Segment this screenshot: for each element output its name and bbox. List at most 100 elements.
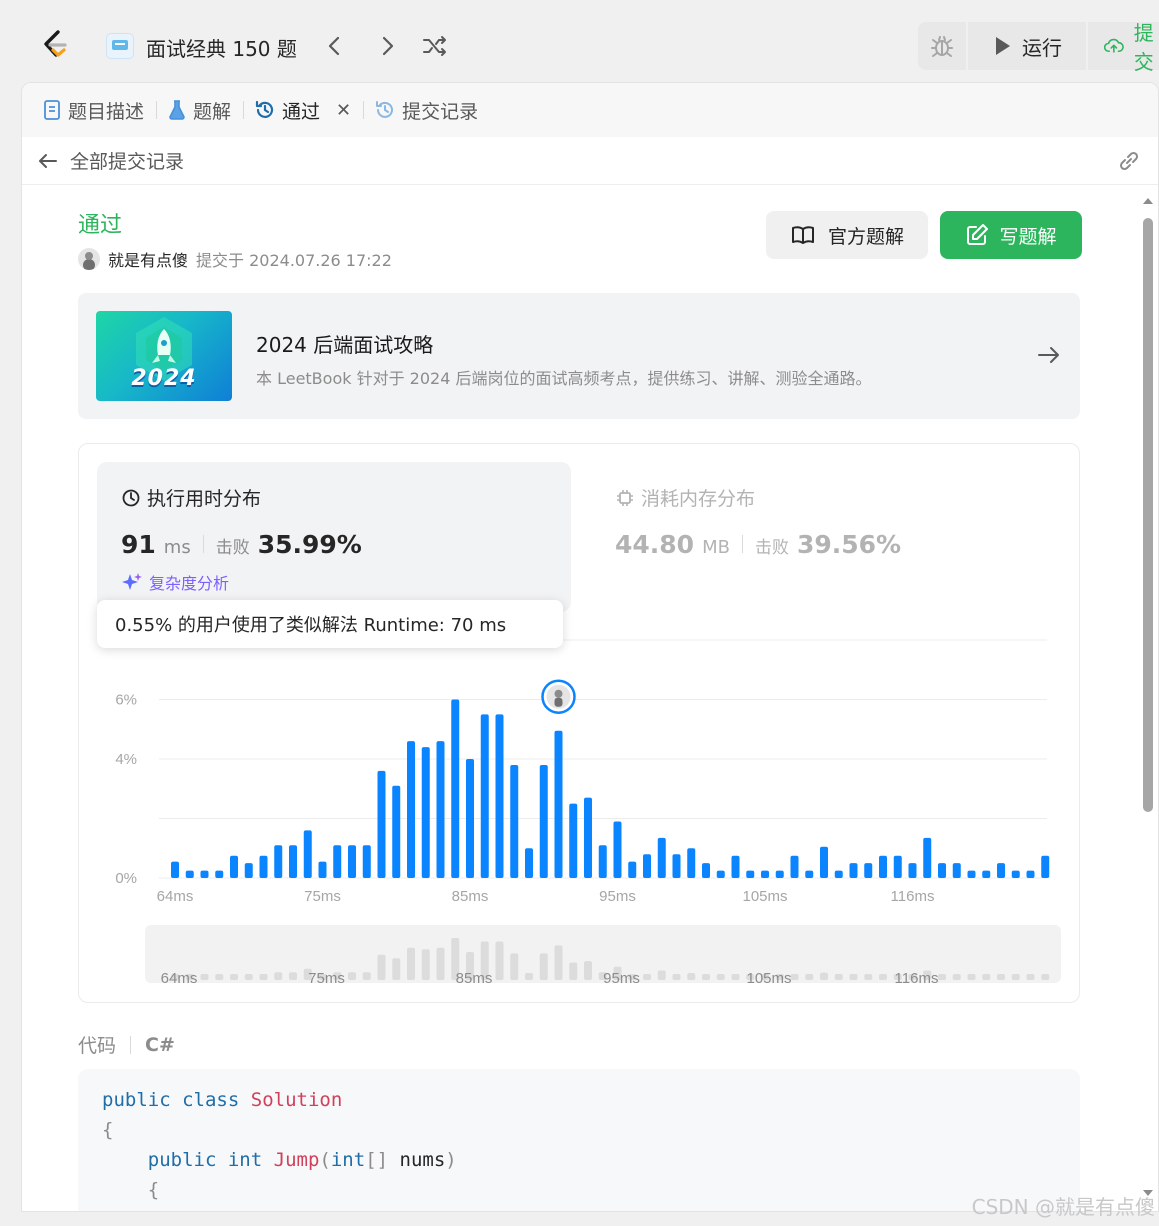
tab-divider (156, 101, 158, 119)
chart-bar (923, 837, 932, 878)
overview-bar (1026, 974, 1035, 980)
chart-bar (893, 855, 902, 878)
divider (130, 1035, 132, 1054)
close-tab-button[interactable]: ✕ (336, 100, 351, 121)
cloud-upload-icon (1104, 38, 1124, 53)
overview-bar (879, 974, 887, 980)
overview-bar (362, 972, 371, 980)
submission-subheader: 全部提交记录 (22, 137, 1158, 185)
runtime-card[interactable]: 执行用时分布 91 ms 击败 35.99% 复杂度分析 (97, 462, 571, 612)
overview-tick-label: 116ms (895, 970, 939, 987)
next-problem-button[interactable] (372, 30, 402, 62)
chart-bar (495, 714, 504, 878)
x-tick-label: 75ms (304, 888, 341, 905)
run-button[interactable]: 运行 (968, 22, 1086, 70)
memory-unit: MB (702, 537, 730, 558)
overview-bar (952, 974, 961, 980)
prev-problem-button[interactable] (320, 30, 350, 62)
code-token: { (147, 1179, 160, 1201)
chart-bar (820, 846, 828, 878)
memory-card[interactable]: 消耗内存分布 44.80 MB 击败 39.56% (591, 462, 1065, 612)
overview-bar (1011, 974, 1020, 980)
chart-bar (289, 845, 297, 878)
overview-bar (584, 961, 592, 980)
all-submissions-link[interactable]: 全部提交记录 (70, 147, 184, 174)
chart-bar (244, 863, 253, 878)
back-arrow-icon[interactable] (36, 149, 60, 173)
chart-bar (274, 845, 283, 878)
runtime-unit: ms (163, 537, 191, 558)
overview-bar (982, 974, 991, 980)
debug-button[interactable] (918, 22, 966, 70)
chart-bar (510, 764, 519, 878)
x-tick-label: 105ms (742, 888, 787, 905)
avatar[interactable] (78, 248, 100, 270)
y-tick-label: 6% (115, 692, 137, 709)
overview-bar (849, 974, 858, 980)
chart-bar (687, 848, 696, 878)
memory-beat-label: 击败 (754, 538, 789, 558)
chart-bar (392, 785, 401, 878)
chart-bar (377, 770, 386, 878)
overview-bar (672, 974, 681, 980)
scroll-up-icon[interactable] (1141, 194, 1155, 208)
memory-value: 44.80 (615, 530, 695, 559)
overview-bar (731, 974, 740, 980)
chart-bar (303, 830, 312, 878)
code-token: Remaining = nums.Length - (228, 1209, 537, 1211)
code-line: { (102, 1175, 1056, 1205)
runtime-beat-label: 击败 (215, 538, 250, 558)
complexity-analysis-link[interactable]: 复杂度分析 (121, 570, 229, 594)
code-label: 代码 (78, 1035, 117, 1057)
chart-bar (436, 741, 445, 878)
chart-bar (318, 861, 327, 878)
memory-title: 消耗内存分布 (615, 484, 755, 511)
chart-bar (805, 870, 814, 878)
overview-bar (289, 972, 297, 980)
leetbook-description: 本 LeetBook 针对于 2024 后端岗位的面试高频考点，提供练习、讲解、… (256, 369, 872, 388)
shuffle-icon (423, 36, 446, 56)
official-solution-button[interactable]: 官方题解 (766, 211, 928, 259)
overview-tick-label: 105ms (746, 970, 791, 987)
tab-submissions[interactable]: 提交记录 (374, 97, 488, 124)
overview-bar (938, 974, 946, 980)
code-token: public (147, 1149, 217, 1171)
chart-bar (864, 863, 873, 878)
chart-bar (451, 699, 460, 878)
overview-bar (392, 958, 401, 980)
overview-bar (495, 941, 504, 980)
overview-bar (244, 974, 253, 980)
y-tick-label: 4% (115, 751, 137, 768)
username[interactable]: 就是有点傻 (108, 247, 188, 271)
problem-list-title[interactable]: 面试经典 150 题 (146, 33, 297, 62)
leetcode-logo[interactable] (38, 28, 72, 62)
link-icon[interactable] (1116, 149, 1142, 173)
code-block[interactable]: public class Solution{ public int Jump(i… (78, 1069, 1080, 1211)
leetbook-cover-image: 2024 (96, 311, 232, 401)
overview-tick-label: 95ms (603, 970, 640, 987)
tab-label: 题解 (193, 100, 232, 123)
random-problem-button[interactable] (420, 30, 450, 62)
code-token: int (194, 1209, 228, 1211)
overview-bar (377, 954, 386, 980)
leetbook-banner[interactable]: 2024 2024 后端面试攻略 本 LeetBook 针对于 2024 后端岗… (78, 293, 1080, 419)
tab-accepted[interactable]: 通过 ✕ (254, 97, 361, 124)
overview-bar (436, 947, 445, 980)
leetbook-cover-text: 2024 (131, 366, 197, 391)
tab-solutions[interactable]: 题解 (167, 97, 241, 124)
submit-button[interactable]: 提交 (1088, 21, 1159, 74)
chart-tooltip: 0.55% 的用户使用了类似解法 Runtime: 70 ms (97, 600, 563, 648)
chart-bar (539, 764, 548, 878)
problem-list-icon[interactable] (106, 33, 134, 59)
overview-bar (421, 949, 430, 980)
chart-bar (775, 870, 784, 878)
runtime-distribution-chart[interactable]: 8%6%4%0%64ms75ms85ms95ms105ms116ms64ms75… (79, 622, 1081, 1002)
scrollbar[interactable] (1141, 194, 1157, 1214)
write-solution-button[interactable]: 写题解 (940, 211, 1082, 259)
tab-description[interactable]: 题目描述 (42, 97, 154, 124)
scrollbar-thumb[interactable] (1143, 218, 1153, 812)
divider (202, 535, 204, 553)
chart-bar (230, 855, 238, 878)
